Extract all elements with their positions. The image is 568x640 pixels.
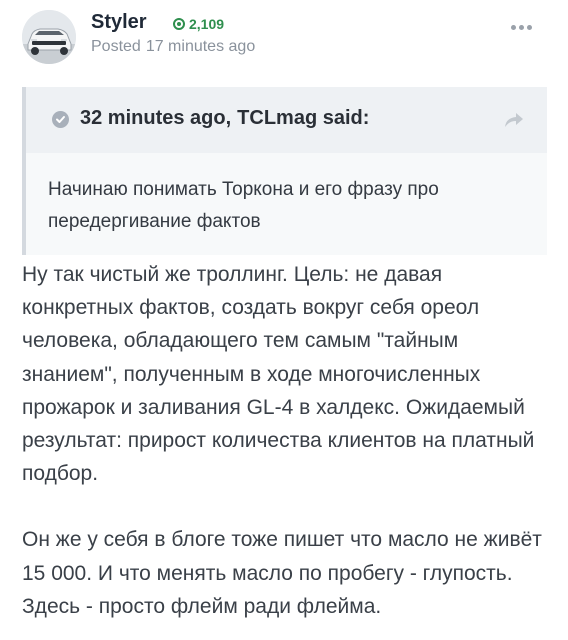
quote-block: 32 minutes ago, TCLmag said: Начинаю пон… xyxy=(22,87,547,255)
posted-label: Posted xyxy=(91,38,141,55)
quote-header: 32 minutes ago, TCLmag said: xyxy=(26,87,547,153)
car-avatar-image xyxy=(22,10,76,64)
author-name[interactable]: Styler xyxy=(91,11,147,34)
avatar[interactable] xyxy=(22,10,76,64)
quote-time[interactable]: 32 minutes ago, xyxy=(80,107,231,130)
dot xyxy=(519,25,524,30)
dot xyxy=(527,25,532,30)
dot xyxy=(511,25,516,30)
quote-author[interactable]: TCLmag said: xyxy=(237,107,369,130)
paragraph: Ну так чистый же троллинг. Цель: не дава… xyxy=(22,263,535,486)
reputation-count: 2,109 xyxy=(189,16,225,32)
post-content: Ну так чистый же троллинг. Цель: не дава… xyxy=(22,258,552,623)
reputation-icon xyxy=(173,18,185,30)
post-header: Styler 2,109 Posted 17 minutes ago xyxy=(22,8,546,68)
quote-citation: 32 minutes ago, TCLmag said: xyxy=(80,107,369,130)
paragraph: Он же у себя в блоге тоже пишет что масл… xyxy=(22,528,542,618)
check-circle-icon xyxy=(52,111,69,128)
forum-post: Styler 2,109 Posted 17 minutes ago 32 mi… xyxy=(0,0,568,640)
reputation-badge[interactable]: 2,109 xyxy=(173,16,224,32)
more-dots-icon[interactable] xyxy=(511,25,532,30)
post-meta: Posted 17 minutes ago xyxy=(91,38,255,56)
quote-text: Начинаю понимать Торкона и его фразу про… xyxy=(48,179,439,232)
posted-time[interactable]: 17 minutes ago xyxy=(146,38,255,56)
share-icon[interactable] xyxy=(503,111,525,134)
